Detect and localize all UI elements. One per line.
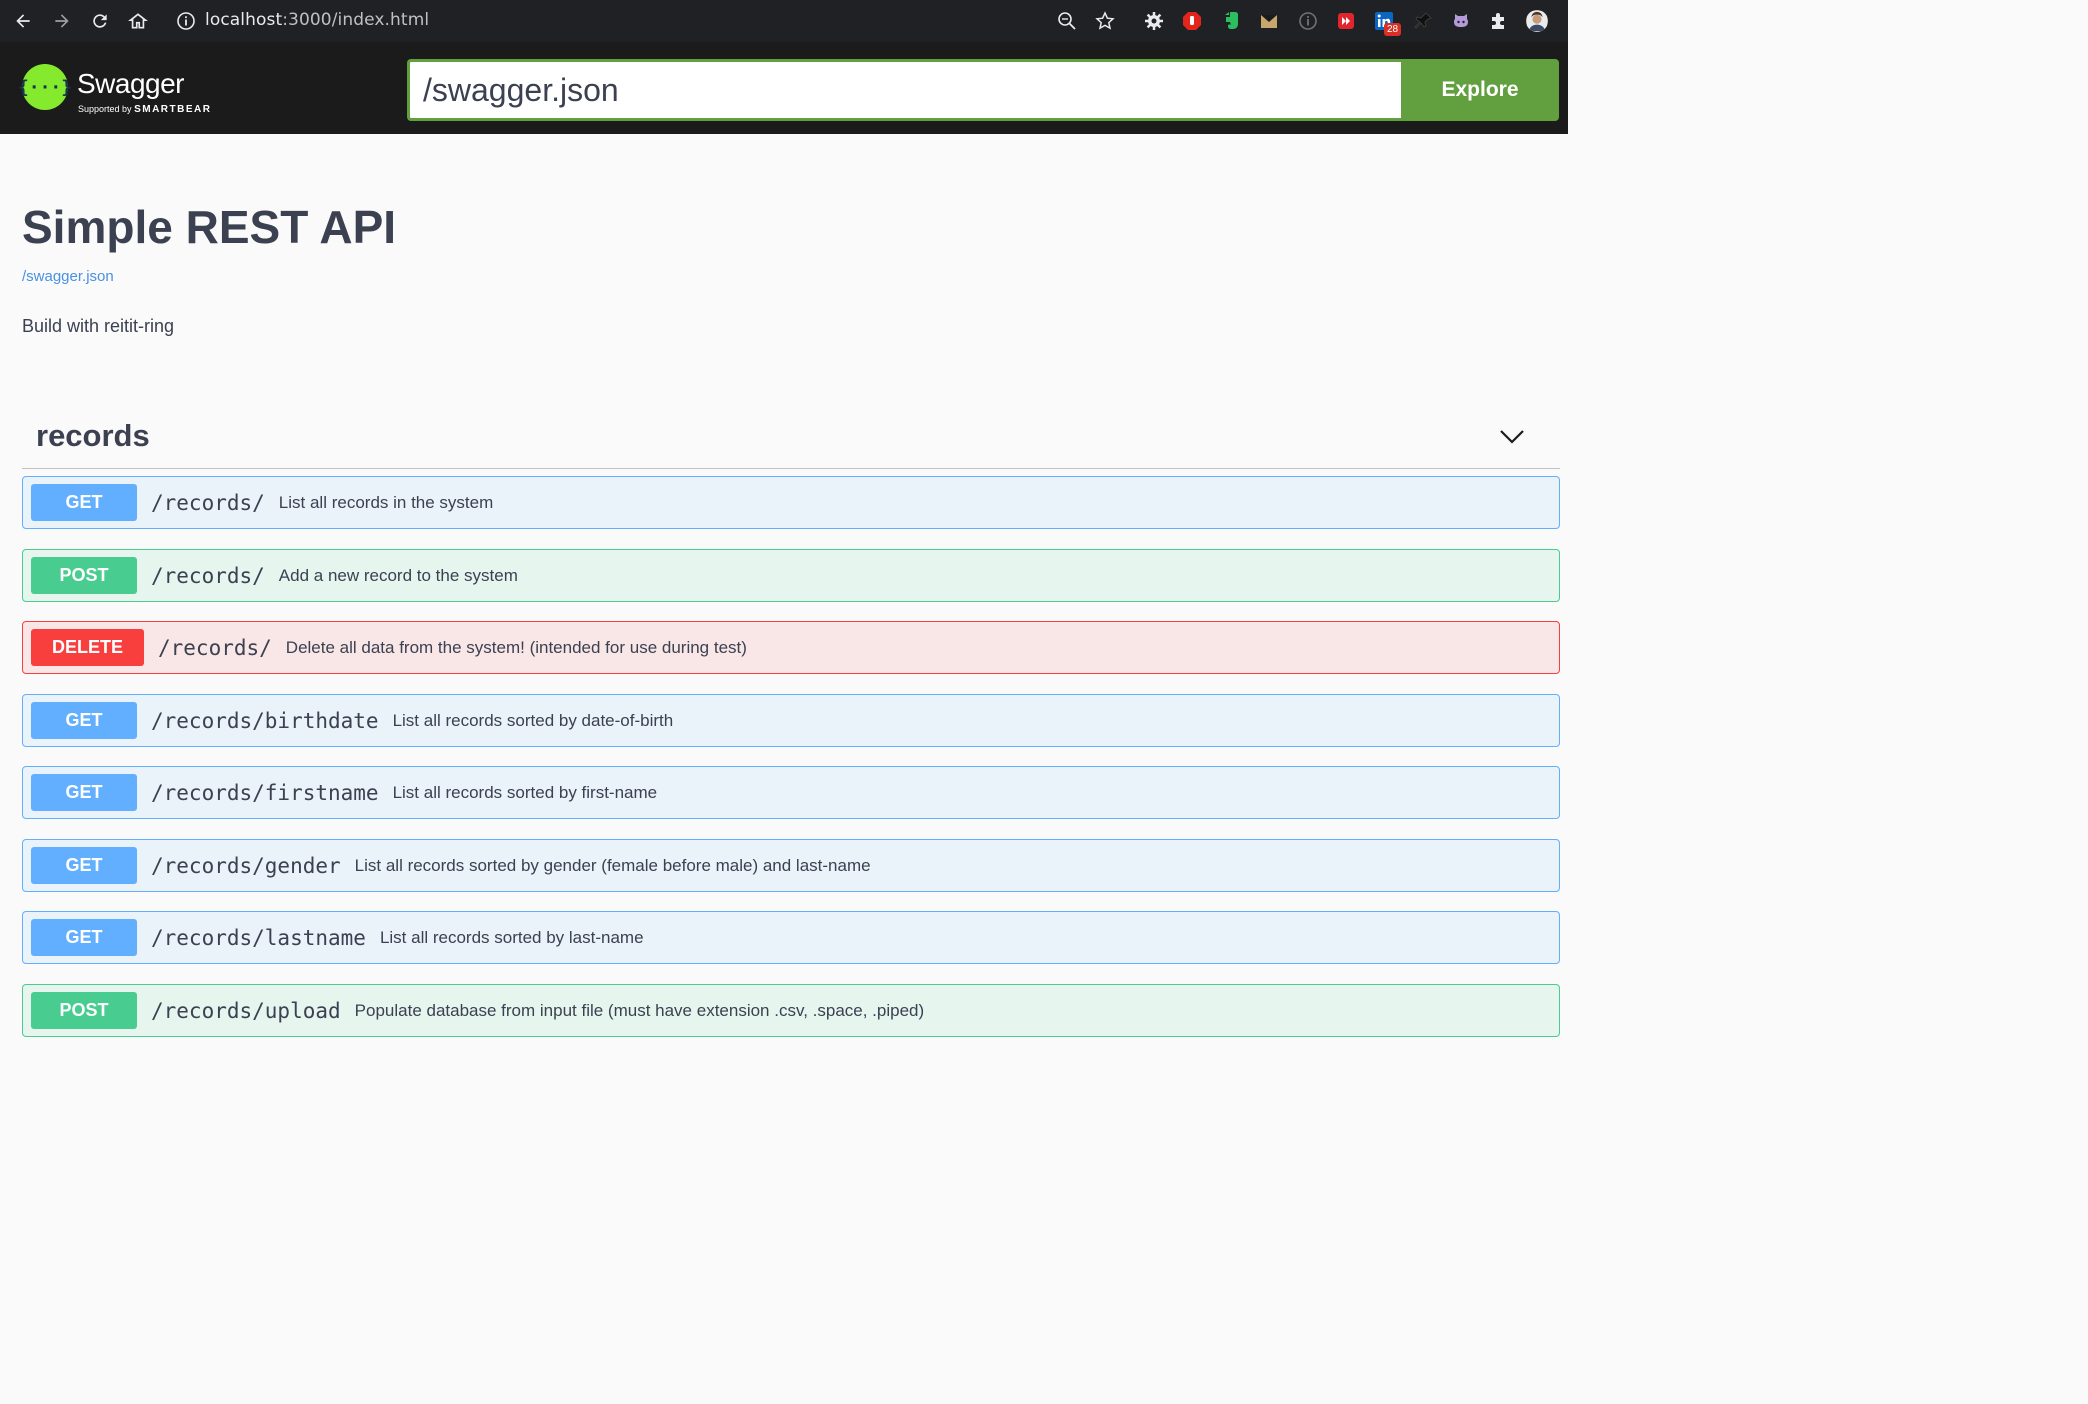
address-bar[interactable]: localhost:3000/index.html (205, 10, 429, 30)
operation-get-firstname[interactable]: GET /records/firstname List all records … (22, 766, 1560, 819)
operation-summary: Add a new record to the system (278, 565, 518, 585)
tag-section-header[interactable]: records (22, 404, 1560, 469)
operation-get-records[interactable]: GET /records/ List all records in the sy… (22, 476, 1560, 529)
method-badge: GET (31, 847, 137, 884)
video-speed-icon[interactable] (1335, 10, 1357, 32)
evernote-icon[interactable] (1220, 10, 1242, 32)
browser-toolbar: localhost:3000/index.html 28 (0, 0, 1568, 42)
api-description: Build with reitit-ring (22, 316, 175, 336)
operation-path: /records/upload (151, 998, 341, 1023)
swagger-topbar: {···} Swagger Supported by SMARTBEAR Exp… (0, 42, 1568, 134)
method-badge: GET (31, 774, 137, 811)
profile-avatar[interactable] (1526, 10, 1548, 32)
logo-company: SMARTBEAR (134, 104, 212, 115)
operation-path: /records/ (158, 635, 272, 660)
adblock-icon[interactable] (1181, 10, 1203, 32)
mail-extension-icon[interactable] (1258, 10, 1280, 32)
swagger-logo-icon[interactable]: {···} (18, 64, 72, 110)
bookmark-star-icon[interactable] (1094, 10, 1116, 32)
pin-extension-icon[interactable] (1412, 10, 1434, 32)
forward-icon[interactable] (50, 9, 74, 33)
linkedin-badge: 28 (1384, 23, 1402, 36)
url-host: localhost (205, 10, 283, 30)
operation-post-upload[interactable]: POST /records/upload Populate database f… (22, 984, 1560, 1037)
method-badge: POST (31, 557, 137, 594)
explore-button[interactable]: Explore (1401, 59, 1559, 121)
operation-post-records[interactable]: POST /records/ Add a new record to the s… (22, 549, 1560, 602)
operation-path: /records/ (151, 490, 265, 515)
reload-icon[interactable] (88, 9, 112, 33)
operation-path: /records/birthdate (151, 708, 379, 733)
operation-summary: List all records in the system (278, 492, 494, 512)
method-badge: GET (31, 702, 137, 739)
logo-title[interactable]: Swagger (77, 68, 185, 100)
operation-path: /records/firstname (151, 780, 379, 805)
method-badge: POST (31, 992, 137, 1029)
operation-summary: List all records sorted by date-of-birth (392, 710, 674, 730)
home-icon[interactable] (126, 9, 150, 33)
operation-get-lastname[interactable]: GET /records/lastname List all records s… (22, 911, 1560, 964)
octocat-icon[interactable] (1450, 10, 1472, 32)
operation-delete-records[interactable]: DELETE /records/ Delete all data from th… (22, 621, 1560, 674)
site-info-icon[interactable] (176, 11, 196, 31)
operation-get-gender[interactable]: GET /records/gender List all records sor… (22, 839, 1560, 892)
method-badge: GET (31, 919, 137, 956)
operation-summary: Populate database from input file (must … (354, 1000, 925, 1020)
operation-path: /records/gender (151, 853, 341, 878)
extensions-puzzle-icon[interactable] (1488, 10, 1510, 32)
spec-link[interactable]: /swagger.json (22, 268, 114, 285)
spec-url-input[interactable] (407, 59, 1403, 121)
chevron-down-icon[interactable] (1498, 422, 1526, 450)
logo-supported: Supported by (78, 104, 132, 114)
operation-path: /records/ (151, 563, 265, 588)
tag-name[interactable]: records (36, 418, 150, 454)
operation-summary: List all records sorted by last-name (379, 927, 644, 947)
info-extension-icon[interactable] (1297, 10, 1319, 32)
url-path: :3000/index.html (282, 10, 430, 30)
operation-summary: Delete all data from the system! (intend… (285, 637, 747, 657)
page-title: Simple REST API (22, 201, 397, 253)
operation-path: /records/lastname (151, 925, 366, 950)
operation-summary: List all records sorted by gender (femal… (354, 855, 871, 875)
method-badge: DELETE (31, 629, 144, 666)
zoom-icon[interactable] (1056, 10, 1078, 32)
operation-get-birthdate[interactable]: GET /records/birthdate List all records … (22, 694, 1560, 747)
operation-summary: List all records sorted by first-name (392, 782, 658, 802)
method-badge: GET (31, 484, 137, 521)
gear-extension-icon[interactable] (1143, 10, 1165, 32)
logo-subtitle: Supported by SMARTBEAR (78, 104, 211, 115)
back-icon[interactable] (11, 9, 35, 33)
